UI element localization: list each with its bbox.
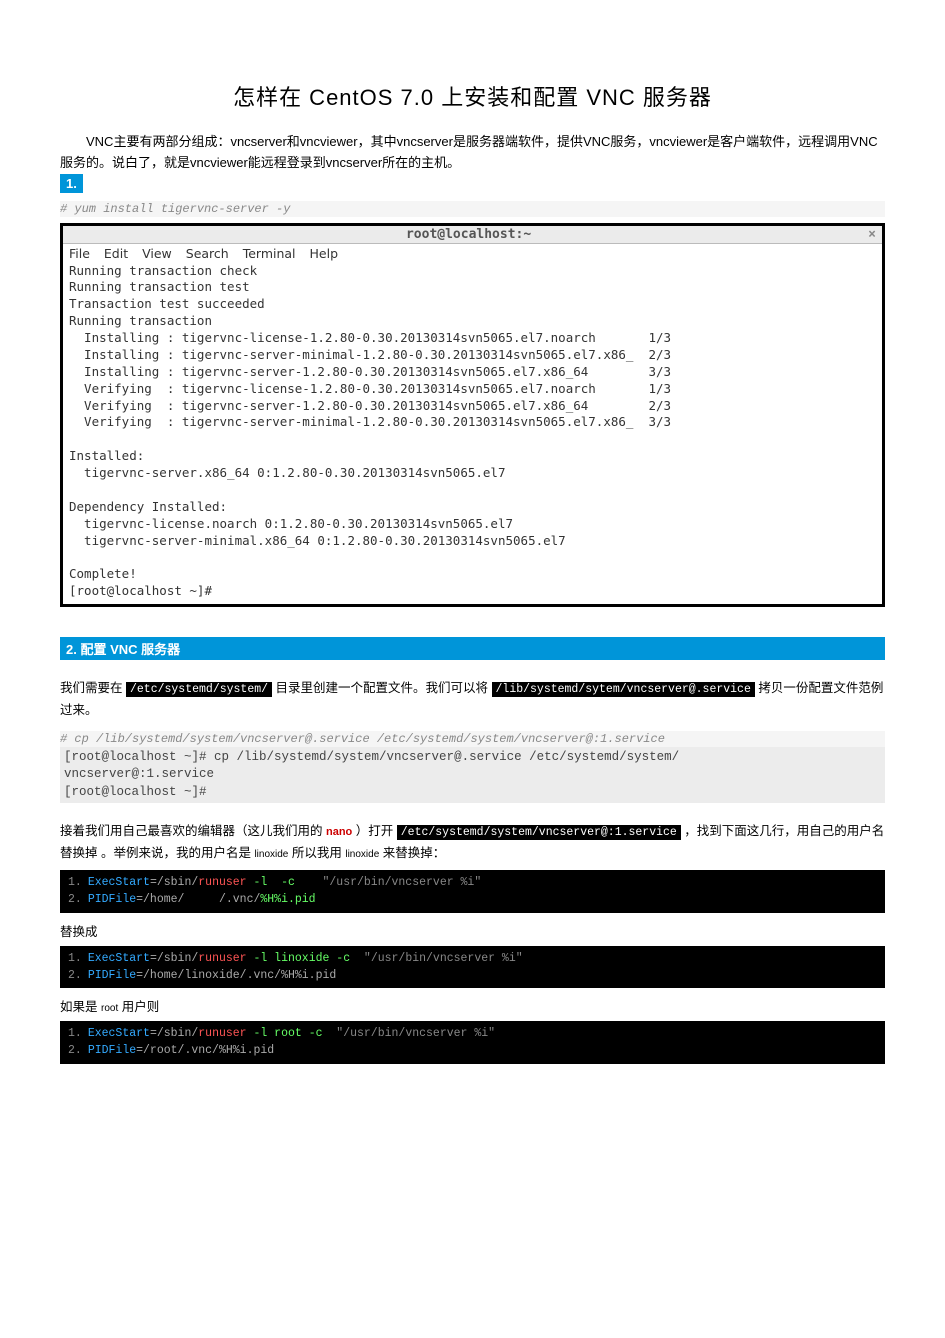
root-user-label: 如果是 root 用户则 bbox=[60, 996, 885, 1015]
string-arg: "/usr/bin/vncserver %i" bbox=[295, 876, 481, 889]
menu-file[interactable]: File bbox=[69, 246, 90, 261]
user-linoxide-2: linoxide bbox=[345, 849, 379, 860]
pidfile-name: %H%i.pid bbox=[260, 893, 315, 906]
user-linoxide-1: linoxide bbox=[254, 849, 288, 860]
string-arg: "/usr/bin/vncserver %i" bbox=[323, 1027, 496, 1040]
terminal-menubar: File Edit View Search Terminal Help bbox=[63, 244, 882, 263]
copy-desc-mid: 目录里创建一个配置文件。我们可以将 bbox=[276, 681, 489, 695]
root-word: root bbox=[101, 1003, 118, 1014]
copy-desc-pre: 我们需要在 bbox=[60, 681, 123, 695]
cp-output: [root@localhost ~]# cp /lib/systemd/syst… bbox=[60, 747, 885, 804]
edit-desc-mid3: 所以我用 bbox=[292, 846, 345, 860]
section-1-header: 1. bbox=[60, 174, 83, 193]
nano-label: nano bbox=[326, 826, 352, 838]
edit-description: 接着我们用自己最喜欢的编辑器（这儿我们用的 nano ）打开 /etc/syst… bbox=[60, 821, 885, 864]
path-home: /home/ bbox=[143, 969, 184, 982]
flags: -l -c bbox=[247, 876, 295, 889]
eq: = bbox=[150, 876, 157, 889]
kw-execstart: ExecStart bbox=[88, 1027, 150, 1040]
line-num: 1. bbox=[68, 952, 82, 965]
edit-desc-pre: 接着我们用自己最喜欢的编辑器（这儿我们用的 bbox=[60, 824, 323, 838]
line-num: 2. bbox=[68, 893, 82, 906]
eq: = bbox=[136, 893, 143, 906]
intro-text: VNC主要有两部分组成：vncserver和vncviewer，其中vncser… bbox=[60, 132, 885, 174]
menu-view[interactable]: View bbox=[142, 246, 172, 261]
terminal-titlebar: root@localhost:~ × bbox=[63, 226, 882, 244]
path-sbin: /sbin/ bbox=[157, 876, 198, 889]
path-sbin: /sbin/ bbox=[157, 1027, 198, 1040]
flags: -l root -c bbox=[247, 1027, 323, 1040]
menu-search[interactable]: Search bbox=[186, 246, 229, 261]
terminal-title: root@localhost:~ bbox=[69, 227, 868, 242]
path-etc-systemd: /etc/systemd/system/ bbox=[126, 682, 272, 697]
terminal-body: Running transaction check Running transa… bbox=[63, 263, 882, 605]
page-title: 怎样在 CentOS 7.0 上安装和配置 VNC 服务器 bbox=[60, 80, 885, 112]
eq: = bbox=[136, 1044, 143, 1057]
eq: = bbox=[150, 1027, 157, 1040]
path-lib-systemd: /lib/systemd/sytem/vncserver@.service bbox=[492, 682, 755, 697]
cp-comment: # cp /lib/systemd/system/vncserver@.serv… bbox=[60, 731, 885, 747]
section-2-header: 2. 配置 VNC 服务器 bbox=[60, 637, 885, 660]
flags: -l linoxide -c bbox=[247, 952, 351, 965]
line-num: 2. bbox=[68, 969, 82, 982]
kw-execstart: ExecStart bbox=[88, 876, 150, 889]
line-num: 1. bbox=[68, 1027, 82, 1040]
replace-label: 替换成 bbox=[60, 921, 885, 940]
code-block-original: 1.ExecStart=/sbin/runuser -l -c "/usr/bi… bbox=[60, 870, 885, 913]
code-block-replaced: 1.ExecStart=/sbin/runuser -l linoxide -c… bbox=[60, 946, 885, 989]
edit-desc-mid1: ）打开 bbox=[356, 824, 394, 838]
yum-install-comment: # yum install tigervnc-server -y bbox=[60, 201, 885, 217]
edit-desc-post: 来替换掉： bbox=[383, 846, 446, 860]
menu-terminal[interactable]: Terminal bbox=[243, 246, 296, 261]
path-vnc: /.vnc/ bbox=[184, 893, 260, 906]
path-vnc: linoxide/.vnc/%H%i.pid bbox=[184, 969, 336, 982]
path-home: /home/ bbox=[143, 893, 184, 906]
string-arg: "/usr/bin/vncserver %i" bbox=[350, 952, 523, 965]
line-num: 2. bbox=[68, 1044, 82, 1057]
close-icon[interactable]: × bbox=[868, 227, 876, 242]
line-num: 1. bbox=[68, 876, 82, 889]
code-block-root: 1.ExecStart=/sbin/runuser -l root -c "/u… bbox=[60, 1021, 885, 1064]
root-post: 用户则 bbox=[118, 1000, 159, 1014]
menu-edit[interactable]: Edit bbox=[104, 246, 128, 261]
kw-pidfile: PIDFile bbox=[88, 893, 136, 906]
kw-pidfile: PIDFile bbox=[88, 1044, 136, 1057]
path-vnc: .vnc/%H%i.pid bbox=[184, 1044, 274, 1057]
kw-execstart: ExecStart bbox=[88, 952, 150, 965]
eq: = bbox=[136, 969, 143, 982]
path-vncserver-service: /etc/systemd/system/vncserver@:1.service bbox=[397, 825, 681, 840]
cmd-runuser: runuser bbox=[198, 876, 246, 889]
terminal-window: root@localhost:~ × File Edit View Search… bbox=[60, 223, 885, 608]
root-pre: 如果是 bbox=[60, 1000, 101, 1014]
eq: = bbox=[150, 952, 157, 965]
kw-pidfile: PIDFile bbox=[88, 969, 136, 982]
cmd-runuser: runuser bbox=[198, 1027, 246, 1040]
copy-description: 我们需要在 /etc/systemd/system/ 目录里创建一个配置文件。我… bbox=[60, 678, 885, 721]
path-sbin: /sbin/ bbox=[157, 952, 198, 965]
cmd-runuser: runuser bbox=[198, 952, 246, 965]
menu-help[interactable]: Help bbox=[310, 246, 339, 261]
path-root: /root/ bbox=[143, 1044, 184, 1057]
